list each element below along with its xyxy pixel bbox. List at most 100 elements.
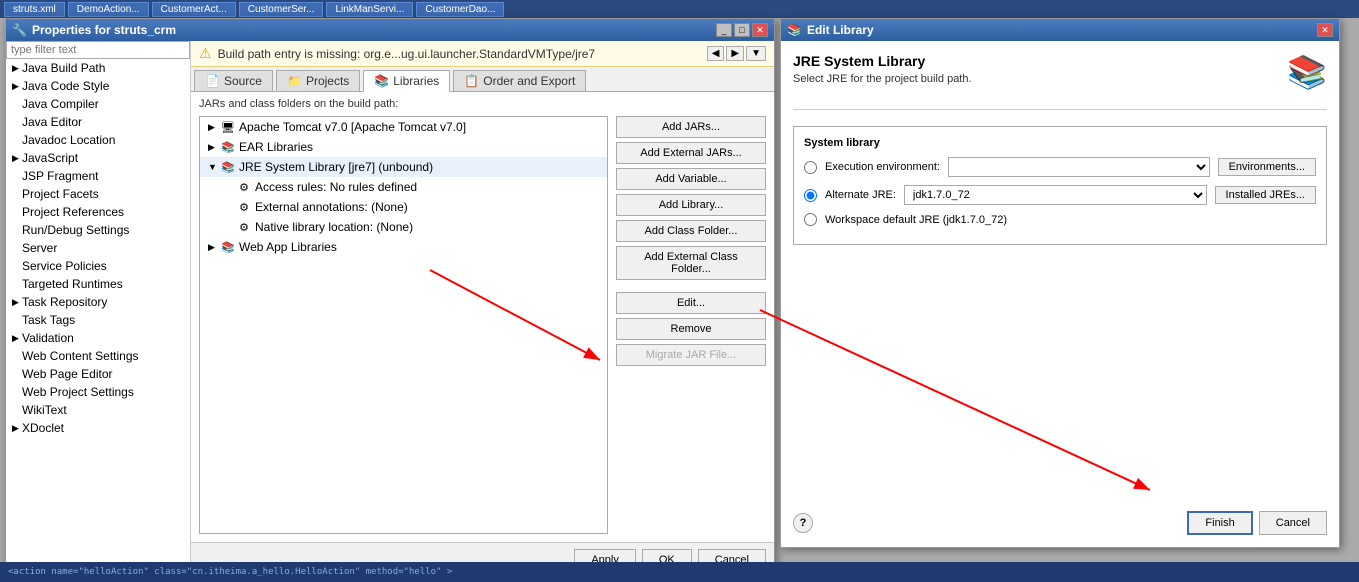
tree-arrow: ▶ xyxy=(208,142,220,153)
sidebar-item-run-debug[interactable]: Run/Debug Settings xyxy=(6,221,190,239)
tab-source[interactable]: 📄 Source xyxy=(194,70,273,91)
dialog-heading: JRE System Library xyxy=(793,53,972,69)
installed-jres-button[interactable]: Installed JREs... xyxy=(1215,186,1316,204)
tree-item-tomcat[interactable]: ▶ 🖥 Apache Tomcat v7.0 [Apache Tomcat v7… xyxy=(200,117,607,137)
maximize-button[interactable]: □ xyxy=(734,23,750,37)
sidebar-label: Java Compiler xyxy=(22,97,99,111)
sidebar-label: Validation xyxy=(22,331,74,345)
sidebar-item-javascript[interactable]: ▶ JavaScript xyxy=(6,149,190,167)
sidebar-item-server[interactable]: Server xyxy=(6,239,190,257)
tree-label: External annotations: (None) xyxy=(255,200,408,214)
tree-item-ear[interactable]: ▶ 📚 EAR Libraries xyxy=(200,137,607,157)
sidebar-item-project-references[interactable]: Project References xyxy=(6,203,190,221)
add-library-button[interactable]: Add Library... xyxy=(616,194,766,216)
native-icon: ⚙ xyxy=(236,219,252,235)
sidebar-label: Task Tags xyxy=(22,313,75,327)
sidebar-item-targeted-runtimes[interactable]: Targeted Runtimes xyxy=(6,275,190,293)
sidebar-label: Web Content Settings xyxy=(22,349,139,363)
main-panel: ⚠ Build path entry is missing: org.e...u… xyxy=(191,41,774,577)
sidebar-item-java-editor[interactable]: Java Editor xyxy=(6,113,190,131)
alternate-jre-dropdown[interactable]: jdk1.7.0_72 xyxy=(904,185,1207,205)
tree-label: Access rules: No rules defined xyxy=(255,180,417,194)
help-button[interactable]: ? xyxy=(793,513,813,533)
add-variable-button[interactable]: Add Variable... xyxy=(616,168,766,190)
tab-order-export[interactable]: 📋 Order and Export xyxy=(453,70,586,91)
tree-item-jre[interactable]: ▼ 📚 JRE System Library [jre7] (unbound) xyxy=(200,157,607,177)
sidebar-label: XDoclet xyxy=(22,421,64,435)
taskbar-tab-service[interactable]: CustomerSer... xyxy=(239,2,324,17)
sidebar-label: Javadoc Location xyxy=(22,133,115,147)
source-tab-icon: 📄 xyxy=(205,74,220,88)
group-label: System library xyxy=(804,137,1316,149)
arrow-icon xyxy=(12,171,22,181)
dialog-subtitle: Select JRE for the project build path. xyxy=(793,73,972,85)
edit-lib-close-button[interactable]: ✕ xyxy=(1317,23,1333,37)
taskbar-tab-demo[interactable]: DemoAction... xyxy=(68,2,149,17)
sidebar-item-javadoc[interactable]: Javadoc Location xyxy=(6,131,190,149)
close-button[interactable]: ✕ xyxy=(752,23,768,37)
tab-bar: 📄 Source 📁 Projects 📚 Libraries 📋 Order … xyxy=(191,67,774,92)
nav-back-button[interactable]: ◀ xyxy=(707,46,725,61)
taskbar-tab-dao[interactable]: CustomerDao... xyxy=(416,2,504,17)
add-class-folder-button[interactable]: Add Class Folder... xyxy=(616,220,766,242)
tree-item-webapp[interactable]: ▶ 📚 Web App Libraries xyxy=(200,237,607,257)
properties-window: 🔧 Properties for struts_crm _ □ ✕ ▶ Java… xyxy=(5,18,775,578)
minimize-button[interactable]: _ xyxy=(716,23,732,37)
remove-button[interactable]: Remove xyxy=(616,318,766,340)
environments-button[interactable]: Environments... xyxy=(1218,158,1316,176)
taskbar-tab-customer[interactable]: CustomerAct... xyxy=(152,2,236,17)
arrow-icon xyxy=(12,117,22,127)
taskbar: struts.xml DemoAction... CustomerAct... … xyxy=(0,0,1359,18)
finish-button[interactable]: Finish xyxy=(1187,511,1252,535)
tree-item-access[interactable]: ⚙ Access rules: No rules defined xyxy=(200,177,607,197)
arrow-icon xyxy=(12,99,22,109)
add-jars-button[interactable]: Add JARs... xyxy=(616,116,766,138)
tree-item-native[interactable]: ⚙ Native library location: (None) xyxy=(200,217,607,237)
sidebar-item-service-policies[interactable]: Service Policies xyxy=(6,257,190,275)
nav-forward-button[interactable]: ▶ xyxy=(726,46,744,61)
nav-down-button[interactable]: ▼ xyxy=(746,46,766,61)
sidebar-item-xdoclet[interactable]: ▶ XDoclet xyxy=(6,419,190,437)
annotations-icon: ⚙ xyxy=(236,199,252,215)
dialog-cancel-button[interactable]: Cancel xyxy=(1259,511,1327,535)
sidebar-item-task-repository[interactable]: ▶ Task Repository xyxy=(6,293,190,311)
sidebar-label: JSP Fragment xyxy=(22,169,98,183)
sidebar-item-jsp[interactable]: JSP Fragment xyxy=(6,167,190,185)
projects-tab-icon: 📁 xyxy=(287,74,302,88)
add-external-jars-button[interactable]: Add External JARs... xyxy=(616,142,766,164)
execution-env-radio[interactable] xyxy=(804,161,817,174)
sidebar-item-task-tags[interactable]: Task Tags xyxy=(6,311,190,329)
sidebar-item-web-page-editor[interactable]: Web Page Editor xyxy=(6,365,190,383)
sidebar-item-java-code-style[interactable]: ▶ Java Code Style xyxy=(6,77,190,95)
tab-projects[interactable]: 📁 Projects xyxy=(276,70,360,91)
sidebar-item-project-facets[interactable]: Project Facets xyxy=(6,185,190,203)
taskbar-tab-struts[interactable]: struts.xml xyxy=(4,2,65,17)
taskbar-tab-link[interactable]: LinkManServi... xyxy=(326,2,413,17)
arrow-icon: ▶ xyxy=(12,423,22,434)
tree-item-annotations[interactable]: ⚙ External annotations: (None) xyxy=(200,197,607,217)
sidebar-item-web-content[interactable]: Web Content Settings xyxy=(6,347,190,365)
alternate-jre-radio[interactable] xyxy=(804,189,817,202)
edit-lib-title-left: 📚 Edit Library xyxy=(787,23,874,37)
tree-label: Native library location: (None) xyxy=(255,220,413,234)
sidebar-item-java-compiler[interactable]: Java Compiler xyxy=(6,95,190,113)
sidebar-item-validation[interactable]: ▶ Validation xyxy=(6,329,190,347)
add-external-class-folder-button[interactable]: Add External Class Folder... xyxy=(616,246,766,280)
sidebar-item-java-build-path[interactable]: ▶ Java Build Path xyxy=(6,59,190,77)
props-body: ▶ Java Build Path ▶ Java Code Style Java… xyxy=(6,41,774,577)
sidebar-item-web-project[interactable]: Web Project Settings xyxy=(6,383,190,401)
execution-env-dropdown[interactable] xyxy=(948,157,1210,177)
tab-libraries[interactable]: 📚 Libraries xyxy=(363,70,450,92)
migrate-jar-button[interactable]: Migrate JAR File... xyxy=(616,344,766,366)
filter-input[interactable] xyxy=(6,41,190,59)
props-icon: 🔧 xyxy=(12,23,27,37)
nav-arrows: ◀ ▶ ▼ xyxy=(707,46,766,61)
edit-button[interactable]: Edit... xyxy=(616,292,766,314)
arrow-icon: ▶ xyxy=(12,297,22,308)
sidebar-label: Run/Debug Settings xyxy=(22,223,129,237)
dialog-title-section: JRE System Library Select JRE for the pr… xyxy=(793,53,1327,91)
sidebar-label: Project References xyxy=(22,205,124,219)
workspace-jre-radio[interactable] xyxy=(804,213,817,226)
properties-title-bar: 🔧 Properties for struts_crm _ □ ✕ xyxy=(6,19,774,41)
sidebar-item-wikitext[interactable]: WikiText xyxy=(6,401,190,419)
